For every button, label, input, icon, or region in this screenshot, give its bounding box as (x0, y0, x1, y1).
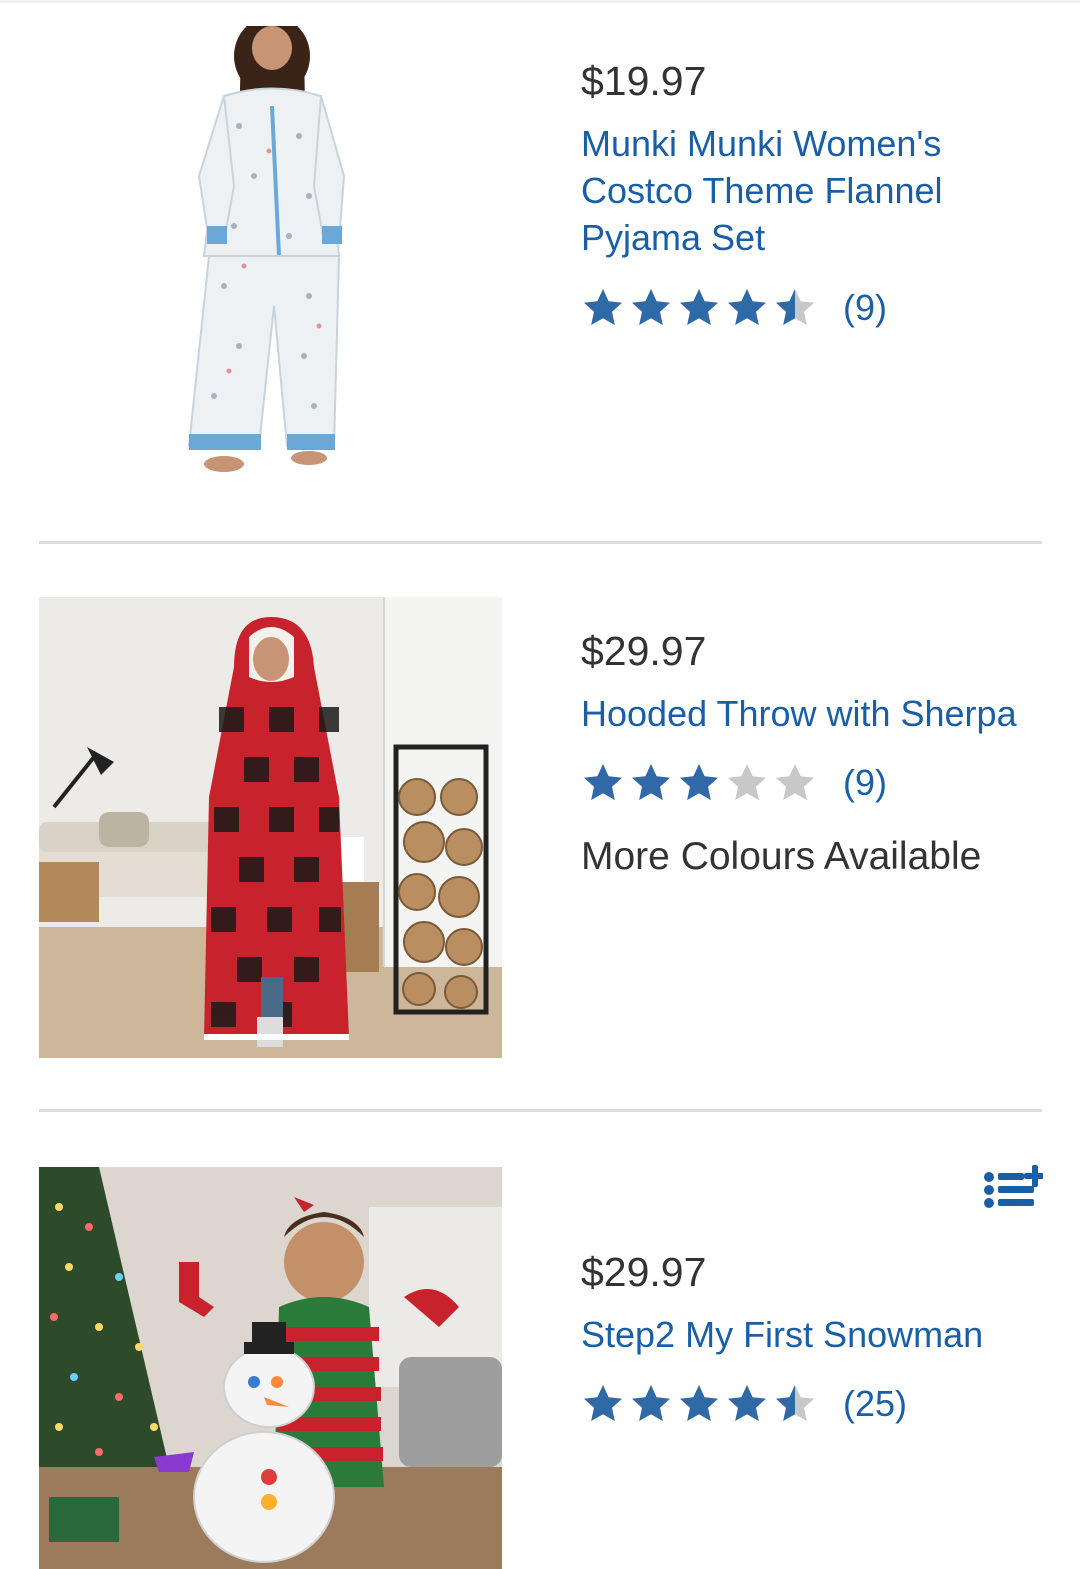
rating-stars (581, 761, 817, 805)
product-rating[interactable]: (25) (581, 1382, 907, 1426)
star-icon (725, 286, 769, 330)
star-icon (581, 761, 625, 805)
rating-stars (581, 1382, 817, 1426)
star-icon (629, 761, 673, 805)
star-icon (725, 761, 769, 805)
product-price: $29.97 (581, 1249, 707, 1295)
star-icon (773, 761, 817, 805)
star-icon (581, 286, 625, 330)
review-count[interactable]: (25) (843, 1383, 907, 1425)
product-title-link[interactable]: Munki Munki Women's Costco Theme Flannel… (581, 120, 1041, 261)
product-image-hooded-throw[interactable] (39, 597, 502, 1058)
product-title-link[interactable]: Step2 My First Snowman (581, 1311, 1051, 1358)
review-count[interactable]: (9) (843, 762, 887, 804)
review-count[interactable]: (9) (843, 287, 887, 329)
product-image-pyjama[interactable] (39, 26, 502, 487)
star-icon (629, 286, 673, 330)
star-icon (773, 1382, 817, 1426)
rating-stars (581, 286, 817, 330)
star-icon (773, 286, 817, 330)
star-icon (677, 761, 721, 805)
star-icon (677, 286, 721, 330)
product-title-link[interactable]: Hooded Throw with Sherpa (581, 690, 1051, 737)
divider (39, 541, 1042, 544)
product-price: $19.97 (581, 58, 707, 104)
product-card[interactable]: $19.97 Munki Munki Women's Costco Theme … (0, 0, 1080, 545)
product-image-snowman[interactable] (39, 1167, 502, 1569)
list-add-icon[interactable] (983, 1165, 1046, 1211)
product-rating[interactable]: (9) (581, 286, 887, 330)
product-card[interactable]: $29.97 Hooded Throw with Sherpa (9) More… (0, 545, 1080, 1112)
star-icon (629, 1382, 673, 1426)
product-rating[interactable]: (9) (581, 761, 887, 805)
star-icon (581, 1382, 625, 1426)
star-icon (677, 1382, 721, 1426)
more-colours-label: More Colours Available (581, 835, 982, 878)
star-icon (725, 1382, 769, 1426)
product-card[interactable]: $29.97 Step2 My First Snowman (25) (0, 1112, 1080, 1569)
product-price: $29.97 (581, 628, 707, 674)
